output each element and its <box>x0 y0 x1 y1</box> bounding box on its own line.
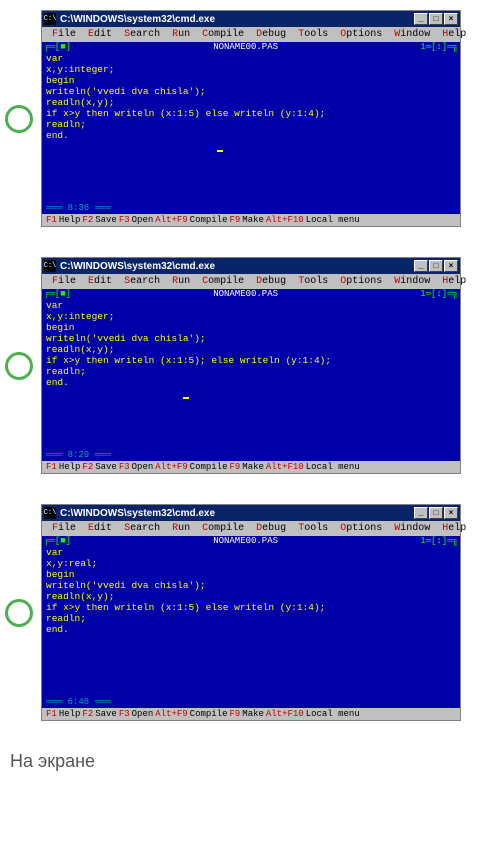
editor-right-marker: 1═[↕]═╗ <box>420 536 458 547</box>
question-text: На экране <box>10 751 490 772</box>
menu-run[interactable]: Run <box>166 522 196 535</box>
statusbar: F1 Help F2 Save F3 Open Alt+F9 Compile F… <box>42 708 460 720</box>
editor-filename: NONAME00.PAS <box>71 536 420 547</box>
code-editor[interactable]: var x,y:integer; begin writeln('vvedi dv… <box>42 300 460 450</box>
menu-options[interactable]: Options <box>334 28 388 41</box>
menubar: File Edit Search Run Compile Debug Tools… <box>42 27 460 42</box>
maximize-button[interactable]: □ <box>429 260 443 272</box>
cmd-window-3: C:\ C:\WINDOWS\system32\cmd.exe _ □ × Fi… <box>41 504 461 721</box>
f1-key[interactable]: F1 <box>46 709 57 719</box>
menu-file[interactable]: File <box>46 28 82 41</box>
altf10-key[interactable]: Alt+F10 <box>266 215 304 225</box>
cursor <box>217 150 223 152</box>
menu-debug[interactable]: Debug <box>250 275 292 288</box>
statusbar: F1 Help F2 Save F3 Open Alt+F9 Compile F… <box>42 461 460 473</box>
close-button[interactable]: × <box>444 507 458 519</box>
menu-help[interactable]: Help <box>436 522 472 535</box>
menu-file[interactable]: File <box>46 522 82 535</box>
altf9-key[interactable]: Alt+F9 <box>155 709 187 719</box>
radio-option-2[interactable] <box>5 352 33 380</box>
minimize-button[interactable]: _ <box>414 507 428 519</box>
altf10-key[interactable]: Alt+F10 <box>266 709 304 719</box>
cmd-window-2: C:\ C:\WINDOWS\system32\cmd.exe _ □ × Fi… <box>41 257 461 474</box>
menu-compile[interactable]: Compile <box>196 275 250 288</box>
f3-key[interactable]: F3 <box>119 462 130 472</box>
cursor-position: ═══ 8:36 ═══ <box>42 203 460 214</box>
menu-tools[interactable]: Tools <box>292 275 334 288</box>
menu-edit[interactable]: Edit <box>82 28 118 41</box>
f3-key[interactable]: F3 <box>119 709 130 719</box>
f1-key[interactable]: F1 <box>46 462 57 472</box>
editor-left-marker: ╒═[■] <box>44 536 71 547</box>
menu-options[interactable]: Options <box>334 275 388 288</box>
cmd-icon: C:\ <box>44 507 56 519</box>
altf9-key[interactable]: Alt+F9 <box>155 215 187 225</box>
altf10-key[interactable]: Alt+F10 <box>266 462 304 472</box>
menu-debug[interactable]: Debug <box>250 28 292 41</box>
window-title: C:\WINDOWS\system32\cmd.exe <box>60 14 215 25</box>
maximize-button[interactable]: □ <box>429 13 443 25</box>
altf9-key[interactable]: Alt+F9 <box>155 462 187 472</box>
menu-options[interactable]: Options <box>334 522 388 535</box>
titlebar: C:\ C:\WINDOWS\system32\cmd.exe _ □ × <box>42 505 460 521</box>
menu-compile[interactable]: Compile <box>196 522 250 535</box>
menu-run[interactable]: Run <box>166 275 196 288</box>
close-button[interactable]: × <box>444 260 458 272</box>
cursor <box>183 397 189 399</box>
window-title: C:\WINDOWS\system32\cmd.exe <box>60 508 215 519</box>
titlebar: C:\ C:\WINDOWS\system32\cmd.exe _ □ × <box>42 11 460 27</box>
menu-search[interactable]: Search <box>118 28 166 41</box>
minimize-button[interactable]: _ <box>414 260 428 272</box>
editor-right-marker: 1═[↕]═╗ <box>420 42 458 53</box>
menu-debug[interactable]: Debug <box>250 522 292 535</box>
menu-tools[interactable]: Tools <box>292 522 334 535</box>
cursor-position: ═══ 6:48 ═══ <box>42 697 460 708</box>
menubar: File Edit Search Run Compile Debug Tools… <box>42 521 460 536</box>
menu-window[interactable]: Window <box>388 275 436 288</box>
cmd-icon: C:\ <box>44 260 56 272</box>
maximize-button[interactable]: □ <box>429 507 443 519</box>
radio-option-3[interactable] <box>5 599 33 627</box>
f3-key[interactable]: F3 <box>119 215 130 225</box>
radio-option-1[interactable] <box>5 105 33 133</box>
editor-right-marker: 1═[↕]═╗ <box>420 289 458 300</box>
f9-key[interactable]: F9 <box>229 709 240 719</box>
minimize-button[interactable]: _ <box>414 13 428 25</box>
f9-key[interactable]: F9 <box>229 462 240 472</box>
menu-run[interactable]: Run <box>166 28 196 41</box>
menu-tools[interactable]: Tools <box>292 28 334 41</box>
menu-window[interactable]: Window <box>388 28 436 41</box>
menu-edit[interactable]: Edit <box>82 275 118 288</box>
menu-search[interactable]: Search <box>118 522 166 535</box>
code-editor[interactable]: var x,y:real; begin writeln('vvedi dva c… <box>42 547 460 697</box>
cmd-icon: C:\ <box>44 13 56 25</box>
f1-key[interactable]: F1 <box>46 215 57 225</box>
menu-compile[interactable]: Compile <box>196 28 250 41</box>
editor-filename: NONAME00.PAS <box>71 42 420 53</box>
menu-search[interactable]: Search <box>118 275 166 288</box>
close-button[interactable]: × <box>444 13 458 25</box>
menu-file[interactable]: File <box>46 275 82 288</box>
menu-help[interactable]: Help <box>436 275 472 288</box>
editor-left-marker: ╒═[■] <box>44 289 71 300</box>
code-editor[interactable]: var x,y:integer; begin writeln('vvedi dv… <box>42 53 460 203</box>
statusbar: F1 Help F2 Save F3 Open Alt+F9 Compile F… <box>42 214 460 226</box>
editor-filename: NONAME00.PAS <box>71 289 420 300</box>
menubar: File Edit Search Run Compile Debug Tools… <box>42 274 460 289</box>
f2-key[interactable]: F2 <box>82 462 93 472</box>
window-title: C:\WINDOWS\system32\cmd.exe <box>60 261 215 272</box>
menu-help[interactable]: Help <box>436 28 472 41</box>
titlebar: C:\ C:\WINDOWS\system32\cmd.exe _ □ × <box>42 258 460 274</box>
cmd-window-1: C:\ C:\WINDOWS\system32\cmd.exe _ □ × Fi… <box>41 10 461 227</box>
menu-edit[interactable]: Edit <box>82 522 118 535</box>
menu-window[interactable]: Window <box>388 522 436 535</box>
f9-key[interactable]: F9 <box>229 215 240 225</box>
cursor-position: ═══ 8:29 ═══ <box>42 450 460 461</box>
f2-key[interactable]: F2 <box>82 709 93 719</box>
editor-left-marker: ╒═[■] <box>44 42 71 53</box>
f2-key[interactable]: F2 <box>82 215 93 225</box>
